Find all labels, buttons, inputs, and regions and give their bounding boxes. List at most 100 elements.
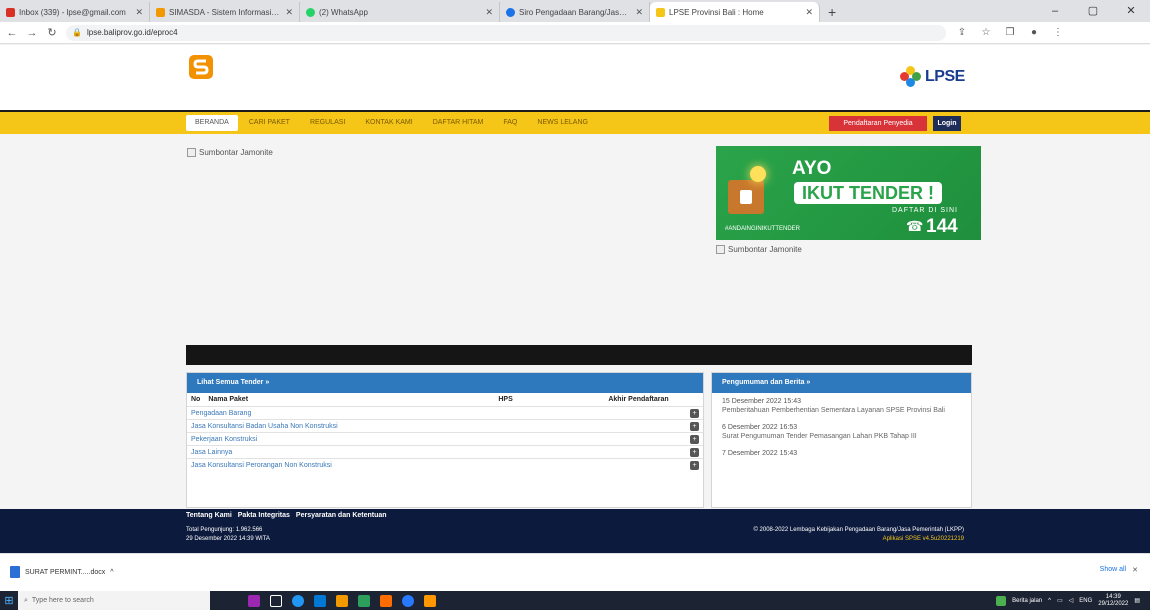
tray-chevron-icon[interactable]: ^ (1048, 598, 1051, 604)
tender-category-link[interactable]: Pengadaan Barang (187, 406, 686, 420)
tender-category-link[interactable]: Jasa Konsultansi Perorangan Non Konstruk… (187, 458, 686, 472)
nav-item-cari-paket[interactable]: CARI PAKET (240, 115, 299, 131)
minimize-button[interactable]: – (1036, 0, 1074, 22)
window-controls: – ▢ ✕ (1036, 0, 1150, 22)
news-text[interactable]: Surat Pengumuman Tender Pemasangan Lahan… (722, 432, 961, 441)
photos-icon[interactable] (424, 594, 436, 607)
nav-item-regulasi[interactable]: REGULASI (301, 115, 354, 131)
file-explorer-icon[interactable] (336, 594, 348, 607)
tab-close-icon[interactable]: ✕ (285, 7, 293, 18)
new-tab-button[interactable]: + (820, 2, 844, 22)
footer-link-persyaratan[interactable]: Persyaratan dan Ketentuan (296, 512, 387, 519)
banner-phone: 144 (926, 216, 958, 237)
banner-alt-text: Sumbontar Jamonite (728, 245, 802, 254)
browser-tab[interactable]: Siro Pengadaan Barang/Jasa de... ✕ (500, 2, 650, 22)
nav-item-faq[interactable]: FAQ (494, 115, 526, 131)
tender-category-link[interactable]: Jasa Konsultansi Badan Usaha Non Konstru… (187, 419, 686, 433)
visitor-total: Total Pengunjung: 1.962.566 (186, 527, 263, 533)
download-actions: Show all ✕ (1100, 566, 1138, 574)
lock-icon: 🔒 (72, 28, 82, 37)
browser-tab[interactable]: (2) WhatsApp ✕ (300, 2, 500, 22)
edge-icon[interactable] (292, 594, 304, 607)
bookmark-star-icon[interactable]: ☆ (978, 27, 994, 38)
download-item[interactable]: SURAT PERMINT.....docx ^ (10, 566, 114, 578)
table-row[interactable]: Jasa Konsultansi Perorangan Non Konstruk… (187, 458, 703, 472)
windows-start-icon[interactable]: ⊞ (0, 591, 18, 610)
footer-link-pakta[interactable]: Pakta Integritas (238, 512, 290, 519)
store-icon[interactable] (314, 594, 326, 607)
table-row[interactable]: Pengadaan Barang + (187, 406, 703, 420)
right-banner-image: Sumbontar Jamonite (716, 245, 802, 254)
table-row[interactable]: Pekerjaan Konstruksi + (187, 432, 703, 446)
nav-item-daftar-hitam[interactable]: DAFTAR HITAM (424, 115, 493, 131)
tender-category-link[interactable]: Jasa Lainnya (187, 445, 686, 459)
volume-icon[interactable]: ◁ (1069, 597, 1074, 604)
expand-icon[interactable]: + (690, 421, 699, 431)
notification-icon[interactable]: ▤ (1134, 597, 1140, 604)
expand-icon[interactable]: + (690, 447, 699, 457)
footer-link-tentang[interactable]: Tentang Kami (186, 512, 232, 519)
news-panel-header[interactable]: Pengumuman dan Berita » (712, 373, 971, 393)
nav-item-kontak-kami[interactable]: KONTAK KAMI (356, 115, 421, 131)
news-widget-text[interactable]: Berita jalan (1012, 598, 1042, 604)
news-item[interactable]: 15 Desember 2022 15:43 Pemberitahuan Pem… (712, 393, 971, 419)
language-indicator[interactable]: ENG (1079, 598, 1092, 604)
login-button[interactable]: Login (933, 116, 961, 131)
column-header: HPS (498, 396, 513, 403)
tab-close-icon[interactable]: ✕ (485, 7, 493, 18)
phone-icon: ☎ (906, 218, 924, 234)
reload-icon[interactable]: ↻ (46, 26, 58, 39)
nav-item-beranda[interactable]: BERANDA (186, 115, 238, 131)
tab-close-icon[interactable]: ✕ (135, 7, 143, 18)
mail-icon[interactable] (358, 594, 370, 607)
table-row[interactable]: Jasa Lainnya + (187, 445, 703, 459)
column-header-icon (686, 393, 703, 407)
news-date: 15 Desember 2022 15:43 (722, 398, 801, 405)
close-window-button[interactable]: ✕ (1112, 0, 1150, 22)
profile-icon[interactable]: ● (1026, 27, 1042, 38)
back-icon[interactable]: ← (6, 27, 18, 39)
tender-panel-header[interactable]: Lihat Semua Tender » (187, 373, 703, 393)
maximize-button[interactable]: ▢ (1074, 0, 1112, 22)
tab-close-icon[interactable]: ✕ (805, 7, 813, 18)
expand-icon[interactable]: + (690, 434, 699, 444)
app-version: Aplikasi SPSE v4.5u20221219 (882, 536, 964, 542)
lpse-logo[interactable]: LPSE (900, 66, 965, 88)
browser-tab[interactable]: Inbox (339) - lpse@gmail.com ✕ (0, 2, 150, 22)
expand-icon[interactable]: + (690, 408, 699, 418)
register-button[interactable]: Pendaftaran Penyedia (829, 116, 927, 131)
news-item[interactable]: 7 Desember 2022 15:43 (712, 445, 971, 462)
taskbar-search[interactable]: ⌕ Type here to search (18, 591, 210, 610)
expand-cell: + (686, 419, 703, 433)
browser-tab[interactable]: SIMASDA - Sistem Informasi Pr... ✕ (150, 2, 300, 22)
network-icon[interactable]: ▭ (1057, 597, 1063, 604)
clock[interactable]: 14:39 29/12/2022 (1098, 594, 1128, 607)
tab-close-icon[interactable]: ✕ (635, 7, 643, 18)
news-text[interactable]: Pemberitahuan Pemberhentian Sementara La… (722, 406, 961, 415)
butterfly-app-icon[interactable] (248, 594, 260, 607)
table-row[interactable]: Jasa Konsultansi Badan Usaha Non Konstru… (187, 419, 703, 433)
address-bar[interactable]: 🔒 lpse.baliprov.go.id/eproc4 (66, 24, 946, 41)
tab-label: Siro Pengadaan Barang/Jasa de... (519, 7, 632, 17)
spse-logo-icon[interactable] (188, 54, 214, 80)
task-view-icon[interactable] (270, 594, 282, 607)
browser-tab-active[interactable]: LPSE Provinsi Bali : Home ✕ (650, 2, 820, 22)
ayo-ikut-tender-banner[interactable]: AYO IKUT TENDER ! DAFTAR DI SINI #ANDAIN… (716, 146, 981, 240)
whatsapp-favicon-icon (306, 7, 315, 17)
menu-icon[interactable]: ⋮ (1050, 27, 1066, 38)
paint-icon[interactable] (380, 594, 392, 607)
news-item[interactable]: 6 Desember 2022 16:53 Surat Pengumuman T… (712, 419, 971, 445)
news-widget-icon[interactable] (996, 595, 1007, 606)
tender-category-link[interactable]: Pekerjaan Konstruksi (187, 432, 686, 446)
forward-icon[interactable]: → (26, 27, 38, 39)
nav-item-news-lelang[interactable]: NEWS LELANG (528, 115, 597, 131)
show-all-button[interactable]: Show all (1100, 566, 1126, 574)
download-caret-icon[interactable]: ^ (110, 569, 113, 576)
close-download-bar-icon[interactable]: ✕ (1132, 566, 1138, 574)
system-tray: Berita jalan ^ ▭ ◁ ENG 14:39 29/12/2022 … (996, 594, 1150, 607)
extensions-icon[interactable]: ❒ (1002, 27, 1018, 38)
share-icon[interactable]: ⇪ (954, 27, 970, 38)
news-date: 6 Desember 2022 16:53 (722, 424, 798, 432)
chrome-icon[interactable] (402, 594, 414, 607)
expand-icon[interactable]: + (690, 460, 699, 470)
